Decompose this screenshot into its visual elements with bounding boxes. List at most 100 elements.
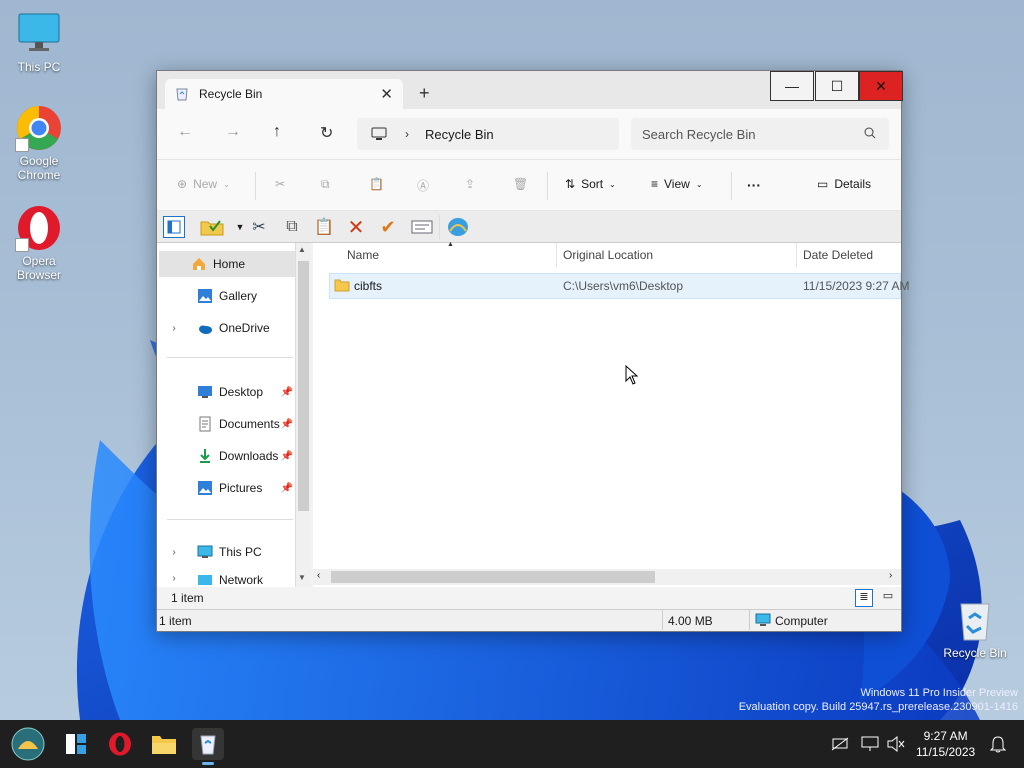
- tab-recycle-bin[interactable]: Recycle Bin ✕: [165, 79, 403, 109]
- scrollbar-thumb[interactable]: [298, 261, 309, 511]
- status-item-count: 1 item: [159, 614, 192, 628]
- divider: [662, 610, 663, 630]
- recycle-bin-icon: [176, 88, 188, 101]
- chevron-right-icon[interactable]: ›: [165, 547, 183, 558]
- network-disconnected-icon[interactable]: [824, 728, 856, 760]
- column-header-original-location[interactable]: Original Location: [557, 243, 797, 267]
- cut-icon[interactable]: ✂: [248, 216, 270, 238]
- column-header-date-deleted[interactable]: Date Deleted: [797, 243, 901, 267]
- details-view-icon[interactable]: ≣: [855, 589, 873, 607]
- navigation-pane-toggle-icon[interactable]: [163, 216, 185, 238]
- checkmark-icon[interactable]: ✔: [377, 216, 399, 238]
- scrollbar-thumb[interactable]: [331, 571, 655, 583]
- copy-icon[interactable]: ⧉: [281, 216, 303, 238]
- paste-icon[interactable]: 📋: [313, 216, 335, 238]
- widgets-icon[interactable]: [60, 728, 92, 760]
- command-bar: ⊕ New ⌄ ✂ ⧉ 📋 Ⓐ ⇪ 🗑 ⇅ Sort ⌄ ≡ View ⌄ ··…: [157, 159, 901, 211]
- rename-icon[interactable]: Ⓐ: [417, 177, 429, 194]
- navigation-pane-scrollbar[interactable]: ▲ ▼: [295, 243, 311, 587]
- evaluation-watermark: Windows 11 Pro Insider Preview Evaluatio…: [739, 686, 1018, 714]
- sidebar-item-onedrive[interactable]: › OneDrive: [165, 315, 295, 341]
- refresh-icon[interactable]: ↻: [320, 123, 333, 143]
- delete-icon[interactable]: 🗑: [513, 177, 528, 191]
- gallery-icon: [198, 289, 212, 303]
- search-placeholder: Search Recycle Bin: [642, 126, 756, 142]
- select-folder-icon[interactable]: [199, 216, 225, 238]
- sidebar-item-this-pc[interactable]: › This PC: [165, 539, 295, 565]
- file-explorer-icon[interactable]: [148, 728, 180, 760]
- chevron-right-icon[interactable]: ›: [165, 323, 183, 334]
- pin-icon[interactable]: 📌: [281, 451, 293, 462]
- close-button[interactable]: ✕: [859, 71, 903, 101]
- address-bar[interactable]: › Recycle Bin: [357, 118, 619, 150]
- system-clock[interactable]: 9:27 AM 11/15/2023: [916, 728, 975, 760]
- paste-icon[interactable]: 📋: [369, 177, 384, 191]
- search-icon: [864, 127, 876, 139]
- desktop-icon-opera[interactable]: Opera Browser: [1, 204, 77, 282]
- cut-icon[interactable]: ✂: [275, 177, 285, 191]
- copy-icon[interactable]: ⧉: [321, 177, 330, 192]
- tab-close-button[interactable]: ✕: [380, 85, 393, 103]
- scroll-up-arrow-icon[interactable]: ▲: [298, 245, 306, 254]
- chrome-icon: [15, 104, 63, 152]
- sidebar-item-documents[interactable]: Documents 📌: [165, 411, 295, 437]
- breadcrumb[interactable]: Recycle Bin: [425, 127, 494, 142]
- sidebar-item-desktop[interactable]: Desktop 📌: [165, 379, 295, 405]
- column-header-label: Date Deleted: [803, 248, 874, 262]
- desktop-icon-label: Google Chrome: [17, 154, 61, 182]
- horizontal-scrollbar[interactable]: ‹ ›: [313, 569, 901, 585]
- notification-bell-icon[interactable]: [982, 728, 1014, 760]
- divider: [167, 357, 293, 358]
- sidebar-item-pictures[interactable]: Pictures 📌: [165, 475, 295, 501]
- sidebar-item-gallery[interactable]: Gallery: [165, 283, 295, 309]
- details-button[interactable]: ▭ Details: [817, 177, 871, 191]
- desktop-icon-this-pc[interactable]: This PC: [1, 10, 77, 74]
- documents-icon: [199, 416, 211, 432]
- status-size: 4.00 MB: [668, 614, 713, 628]
- sidebar-item-label: Pictures: [219, 481, 263, 495]
- shell-icon[interactable]: [447, 216, 469, 238]
- breadcrumb-chevron-icon: ›: [405, 127, 409, 141]
- volume-muted-icon[interactable]: [880, 728, 912, 760]
- file-name: cibfts: [354, 279, 383, 293]
- pin-icon[interactable]: 📌: [281, 419, 293, 430]
- opera-icon[interactable]: [104, 728, 136, 760]
- scroll-down-arrow-icon[interactable]: ▼: [298, 573, 306, 582]
- chevron-right-icon[interactable]: ›: [165, 573, 183, 584]
- up-arrow-icon[interactable]: ↑: [273, 123, 281, 141]
- back-arrow-icon[interactable]: ←: [177, 123, 193, 141]
- divider: [255, 172, 256, 200]
- properties-icon[interactable]: [409, 216, 435, 238]
- cloud-icon: [199, 325, 212, 334]
- scroll-left-arrow-icon[interactable]: ‹: [317, 570, 320, 581]
- view-button[interactable]: ≡ View ⌄: [651, 177, 703, 191]
- pin-icon[interactable]: 📌: [281, 387, 293, 398]
- recycle-bin-taskbar-icon[interactable]: [192, 728, 224, 765]
- column-header-name[interactable]: Name: [313, 243, 557, 267]
- share-icon[interactable]: ⇪: [465, 177, 475, 191]
- table-row[interactable]: cibfts C:\Users\vm6\Desktop 11/15/2023 9…: [329, 273, 910, 299]
- new-tab-button[interactable]: +: [419, 83, 430, 104]
- search-input[interactable]: Search Recycle Bin: [631, 118, 889, 150]
- more-options-button[interactable]: ···: [747, 177, 761, 193]
- sort-button[interactable]: ⇅ Sort ⌄: [565, 177, 616, 191]
- scroll-right-arrow-icon[interactable]: ›: [889, 570, 892, 581]
- network-icon: [198, 575, 212, 585]
- start-shell-icon[interactable]: [10, 726, 46, 762]
- delete-x-icon[interactable]: ✕: [345, 216, 367, 239]
- desktop-icon-recycle-bin[interactable]: Recycle Bin: [937, 596, 1013, 660]
- tiles-view-icon[interactable]: ▭: [879, 589, 897, 607]
- minimize-button[interactable]: —: [770, 71, 814, 101]
- maximize-button[interactable]: ☐: [815, 71, 859, 101]
- sidebar-item-network[interactable]: › Network: [165, 569, 295, 587]
- navigation-pane: Home Gallery › OneDrive Desktop 📌 Docume…: [157, 243, 295, 587]
- classic-status-bar: 1 item 4.00 MB Computer: [157, 609, 901, 631]
- pin-icon[interactable]: 📌: [281, 483, 293, 494]
- new-button[interactable]: ⊕ New ⌄: [177, 177, 230, 191]
- opera-icon: [15, 204, 63, 252]
- desktop-folder-icon: [198, 386, 212, 398]
- sidebar-item-home[interactable]: Home: [159, 251, 295, 277]
- sidebar-item-downloads[interactable]: Downloads 📌: [165, 443, 295, 469]
- forward-arrow-icon[interactable]: →: [225, 123, 241, 141]
- desktop-icon-chrome[interactable]: Google Chrome: [1, 104, 77, 182]
